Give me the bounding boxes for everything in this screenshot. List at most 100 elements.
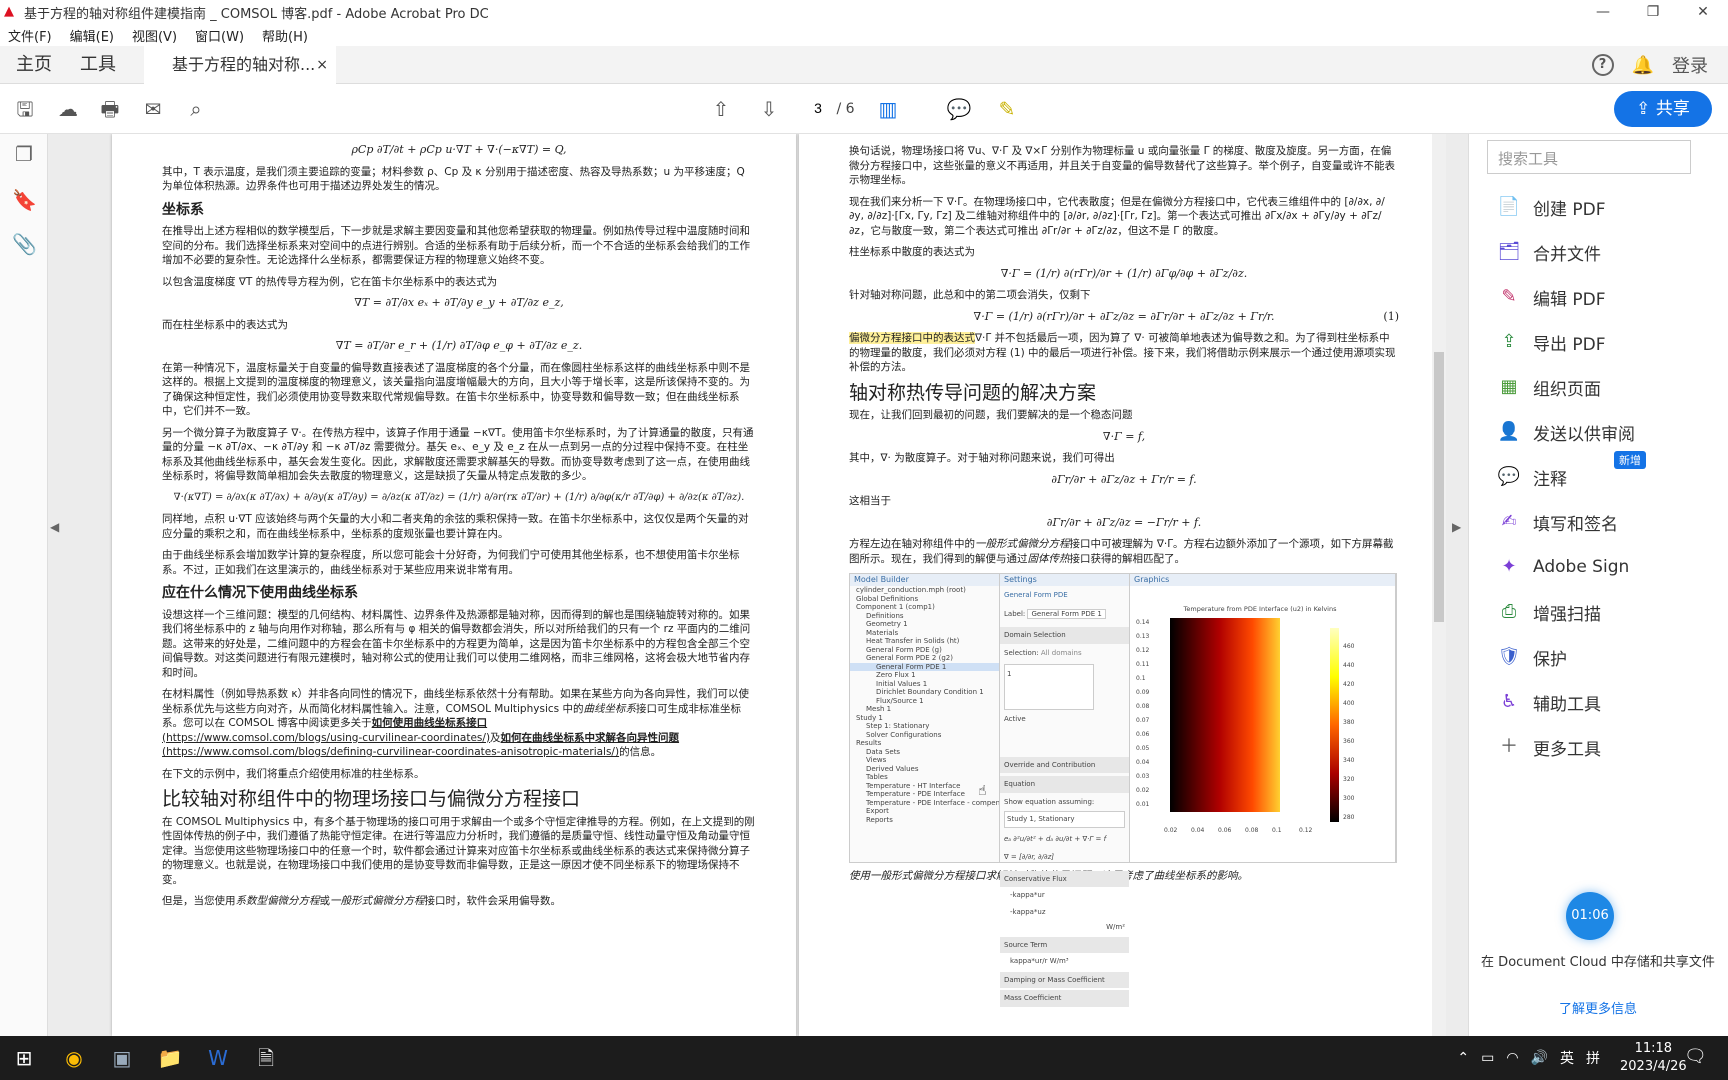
app-icon[interactable]: ▣: [104, 1042, 140, 1074]
recording-timer[interactable]: 01:06: [1566, 892, 1614, 940]
tab-home[interactable]: 主页: [16, 46, 52, 84]
tree-node[interactable]: Materials: [850, 629, 999, 638]
comment-icon[interactable]: 💬: [946, 96, 972, 122]
tool-item[interactable]: ♿ 辅助工具: [1497, 687, 1601, 717]
tree-node[interactable]: Dirichlet Boundary Condition 1: [850, 688, 999, 697]
tree-node[interactable]: Mesh 1: [850, 705, 999, 714]
next-page-icon[interactable]: ⇩: [756, 96, 782, 122]
maximize-button[interactable]: ❐: [1628, 0, 1678, 24]
tool-item[interactable]: ⎙ 增强扫描: [1497, 597, 1601, 627]
tree-node[interactable]: Temperature - PDE Interface - compensati…: [850, 799, 999, 808]
tree-node[interactable]: Derived Values: [850, 765, 999, 774]
link[interactable]: 如何使用曲线坐标系接口: [372, 717, 488, 729]
tree-node[interactable]: Component 1 (comp1): [850, 603, 999, 612]
tree-node[interactable]: Heat Transfer in Solids (ht): [850, 637, 999, 646]
tool-item[interactable]: 💬 注释: [1497, 462, 1567, 492]
save-icon[interactable]: 🖫: [12, 96, 38, 122]
tree-node[interactable]: Flux/Source 1: [850, 697, 999, 706]
tree-node[interactable]: Temperature - PDE Interface: [850, 790, 999, 799]
tool-item[interactable]: ＋ 更多工具: [1497, 732, 1601, 762]
tab-tools[interactable]: 工具: [80, 46, 116, 84]
link[interactable]: 如何在曲线坐标系中求解各向异性问题: [501, 732, 680, 744]
scrollbar-thumb[interactable]: [1434, 352, 1444, 622]
learn-more-link[interactable]: 了解更多信息: [1476, 998, 1720, 1017]
search-icon[interactable]: ⌕: [183, 96, 209, 122]
tree-node[interactable]: Geometry 1: [850, 620, 999, 629]
mail-icon[interactable]: ✉: [140, 96, 166, 122]
tree-node[interactable]: General Form PDE (g): [850, 646, 999, 655]
tool-item[interactable]: ▦ 组织页面: [1497, 372, 1601, 402]
tool-item[interactable]: 🛡 保护: [1497, 642, 1567, 672]
menu-window[interactable]: 窗口(W): [195, 26, 244, 45]
chrome-icon[interactable]: ◉: [56, 1042, 92, 1074]
tree-node[interactable]: Views: [850, 756, 999, 765]
menu-file[interactable]: 文件(F): [8, 26, 52, 45]
tree-node[interactable]: Temperature - HT Interface: [850, 782, 999, 791]
tool-item[interactable]: 📄 创建 PDF: [1497, 192, 1606, 222]
tool-item[interactable]: ✎ 编辑 PDF: [1497, 282, 1605, 312]
tree-node[interactable]: General Form PDE 2 (g2): [850, 654, 999, 663]
colorbar-tick-label: 280: [1343, 814, 1355, 821]
highlighted-text: 偏微分方程接口中的表达式: [849, 332, 975, 344]
share-button[interactable]: ⇪ 共享: [1614, 91, 1712, 127]
collapse-left-icon[interactable]: ◀: [50, 520, 59, 534]
cloud-upload-icon[interactable]: ☁: [55, 96, 81, 122]
link[interactable]: (https://www.comsol.com/blogs/using-curv…: [162, 732, 490, 744]
tree-node[interactable]: Export: [850, 807, 999, 816]
tree-node[interactable]: Data Sets: [850, 748, 999, 757]
tree-node[interactable]: Results: [850, 739, 999, 748]
tree-node[interactable]: Initial Values 1: [850, 680, 999, 689]
tree-node[interactable]: Definitions: [850, 612, 999, 621]
tool-item[interactable]: ✦ Adobe Sign: [1497, 552, 1629, 582]
page-view-icon[interactable]: ▥: [875, 96, 901, 122]
ime-indicator[interactable]: 英: [1560, 1048, 1574, 1068]
file-explorer-icon[interactable]: 📁: [152, 1042, 188, 1074]
link[interactable]: (https://www.comsol.com/blogs/defining-c…: [162, 746, 619, 758]
tree-node[interactable]: cylinder_conduction.mph (root): [850, 586, 999, 595]
tree-node[interactable]: General Form PDE 1: [850, 662, 999, 671]
volume-icon[interactable]: 🔊: [1531, 1050, 1548, 1066]
close-button[interactable]: ✕: [1678, 0, 1728, 24]
page-number-input[interactable]: [804, 100, 832, 116]
tool-icon: ⇪: [1501, 331, 1517, 352]
word-icon[interactable]: W: [200, 1042, 236, 1074]
tree-node[interactable]: Step 1: Stationary: [850, 722, 999, 731]
windows-start-icon[interactable]: ⊞: [6, 1042, 42, 1074]
menu-help[interactable]: 帮助(H): [262, 26, 308, 45]
document-icon[interactable]: 🗎: [248, 1042, 284, 1074]
tree-node[interactable]: Reports: [850, 816, 999, 825]
search-tools-input[interactable]: 搜索工具: [1487, 140, 1691, 174]
tree-node[interactable]: Solver Configurations: [850, 731, 999, 740]
bell-icon[interactable]: 🔔: [1632, 55, 1654, 76]
pages-icon[interactable]: ❐: [12, 142, 36, 166]
wifi-icon[interactable]: ◠: [1506, 1050, 1518, 1066]
highlight-icon[interactable]: ✎: [994, 96, 1020, 122]
help-icon[interactable]: ?: [1591, 54, 1614, 76]
login-button[interactable]: 登录: [1672, 52, 1708, 78]
tree-node[interactable]: Tables: [850, 773, 999, 782]
collapse-right-icon[interactable]: ▶: [1452, 520, 1461, 534]
vertical-scrollbar[interactable]: [1432, 134, 1446, 1036]
notification-icon[interactable]: 🗨: [1684, 1046, 1707, 1067]
print-icon[interactable]: 🖶: [97, 96, 123, 122]
menu-view[interactable]: 视图(V): [132, 26, 177, 45]
battery-icon[interactable]: ▭: [1481, 1050, 1494, 1066]
ime-mode-icon[interactable]: 拼: [1586, 1048, 1600, 1068]
model-tree: cylinder_conduction.mph (root) Global Def…: [850, 586, 999, 824]
tab-document[interactable]: 基于方程的轴对称... ×: [144, 46, 336, 84]
tree-node[interactable]: Zero Flux 1: [850, 671, 999, 680]
tool-item[interactable]: ✍ 填写和签名: [1497, 507, 1618, 537]
tool-item[interactable]: 🗂 合并文件: [1497, 237, 1601, 267]
tree-node[interactable]: Study 1: [850, 714, 999, 723]
menu-edit[interactable]: 编辑(E): [70, 26, 114, 45]
tab-close-icon[interactable]: ×: [316, 46, 328, 84]
attachment-icon[interactable]: 📎: [12, 232, 37, 256]
bookmark-icon[interactable]: 🔖: [12, 188, 37, 212]
chevron-up-icon[interactable]: ⌃: [1457, 1050, 1469, 1066]
prev-page-icon[interactable]: ⇧: [708, 96, 734, 122]
system-clock[interactable]: 11:18 2023/4/26: [1620, 1040, 1687, 1076]
tool-item[interactable]: 👤 发送以供审阅: [1497, 417, 1635, 447]
tree-node[interactable]: Global Definitions: [850, 595, 999, 604]
minimize-button[interactable]: —: [1578, 0, 1628, 24]
tool-item[interactable]: ⇪ 导出 PDF: [1497, 327, 1605, 357]
